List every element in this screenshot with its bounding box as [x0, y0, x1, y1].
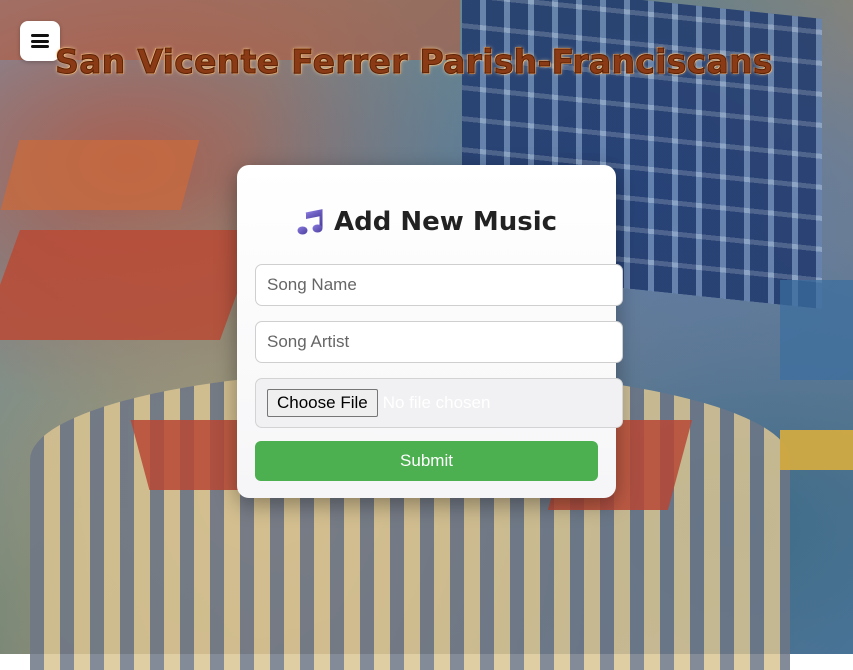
background-roof — [780, 280, 853, 380]
choose-file-button[interactable]: Choose File — [267, 389, 378, 417]
song-artist-input[interactable] — [255, 321, 623, 363]
add-music-card: Add New Music Choose File No file chosen… — [237, 165, 623, 498]
form-title: Add New Music — [333, 207, 558, 237]
background-roof — [0, 140, 200, 210]
background-bus — [780, 430, 853, 470]
background-roof — [0, 230, 261, 340]
submit-button[interactable]: Submit — [255, 441, 598, 481]
site-title: San Vicente Ferrer Parish-Franciscans — [55, 42, 773, 82]
file-upload-field: Choose File No file chosen — [255, 378, 623, 428]
card-header: Add New Music — [237, 207, 616, 237]
song-name-input[interactable] — [255, 264, 623, 306]
music-note-icon — [297, 209, 323, 235]
file-status-text: No file chosen — [382, 393, 491, 412]
